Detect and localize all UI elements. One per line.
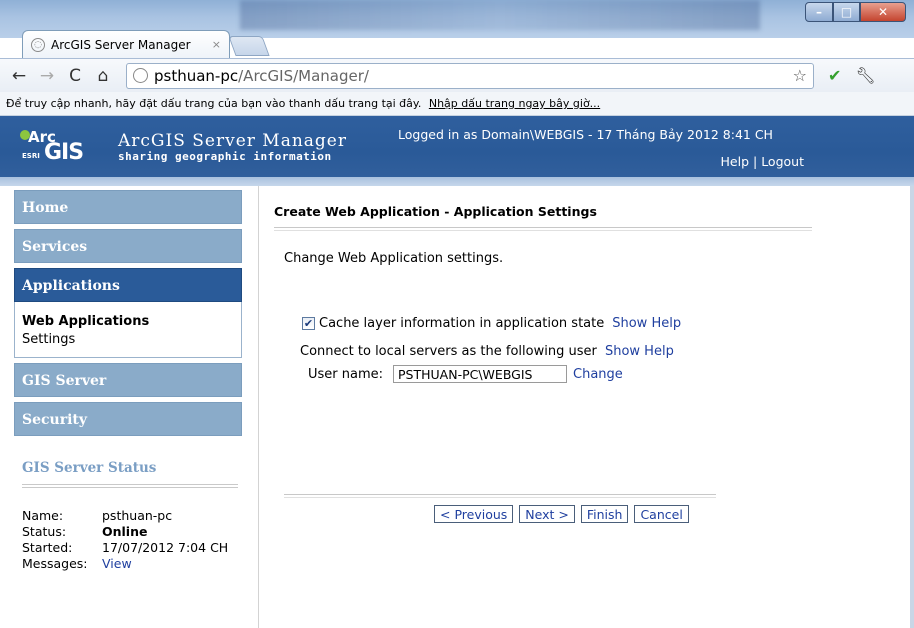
globe-icon bbox=[133, 68, 148, 83]
tab-close-icon[interactable]: × bbox=[212, 38, 221, 51]
url-path: /ArcGIS/Manager/ bbox=[238, 66, 369, 85]
connect-show-help-link[interactable]: Show Help bbox=[605, 344, 674, 359]
server-status-panel: GIS Server Status Name: psthuan-pc Statu… bbox=[14, 460, 242, 571]
username-label: User name: bbox=[308, 366, 384, 382]
app-header: Arc ESRI GIS ArcGIS Server Manager shari… bbox=[0, 116, 914, 177]
app-name: ArcGIS Server Manager bbox=[118, 131, 347, 151]
login-info: Logged in as Domain\WEBGIS - 17 Tháng Bả… bbox=[398, 127, 773, 142]
main-content: Create Web Application - Application Set… bbox=[274, 204, 814, 383]
back-arrow-icon[interactable]: ← bbox=[8, 66, 30, 86]
status-divider bbox=[22, 484, 238, 488]
previous-button[interactable]: < Previous bbox=[434, 505, 514, 523]
arcgis-logo: Arc ESRI GIS bbox=[20, 128, 96, 168]
applications-subnav: Web Applications Settings bbox=[14, 302, 242, 358]
tab-title: ArcGIS Server Manager bbox=[51, 37, 191, 52]
logout-link[interactable]: Logout bbox=[761, 154, 804, 169]
browser-tab[interactable]: ◌ ArcGIS Server Manager × bbox=[22, 30, 230, 58]
subnav-settings[interactable]: Settings bbox=[22, 332, 234, 347]
sidebar-item-home[interactable]: Home bbox=[14, 190, 242, 224]
page-favicon-icon: ◌ bbox=[31, 37, 45, 52]
window-controls: – □ ✕ bbox=[805, 2, 906, 22]
wrench-icon[interactable]: 🔧︎ bbox=[855, 66, 875, 85]
cache-option-row: ✔ Cache layer information in application… bbox=[302, 316, 814, 331]
status-grid: Name: psthuan-pc Status: Online Started:… bbox=[14, 508, 242, 571]
header-links: Help | Logout bbox=[721, 154, 805, 169]
subnav-web-applications[interactable]: Web Applications bbox=[22, 314, 234, 329]
change-user-link[interactable]: Change bbox=[573, 367, 623, 382]
wizard-buttons: < Previous Next > Finish Cancel bbox=[434, 505, 689, 523]
url-host: psthuan-pc bbox=[154, 66, 239, 85]
cache-layer-label: Cache layer information in application s… bbox=[319, 316, 605, 331]
status-messages-view-link[interactable]: View bbox=[102, 556, 132, 571]
sidebar-item-applications[interactable]: Applications bbox=[14, 268, 242, 302]
title-divider bbox=[274, 227, 812, 231]
status-title: GIS Server Status bbox=[22, 460, 157, 476]
finish-button[interactable]: Finish bbox=[580, 505, 629, 523]
forward-arrow-icon[interactable]: → bbox=[36, 66, 58, 86]
sidebar-divider bbox=[258, 186, 259, 628]
reload-icon[interactable]: C bbox=[64, 66, 86, 86]
titlebar-background bbox=[240, 0, 760, 30]
connect-user-label: Connect to local servers as the followin… bbox=[300, 344, 597, 359]
next-button[interactable]: Next > bbox=[519, 505, 575, 523]
status-name-value: psthuan-pc bbox=[102, 508, 173, 523]
address-bar[interactable]: psthuan-pc/ArcGIS/Manager/ ☆ bbox=[126, 62, 814, 89]
bookmark-hint: Để truy cập nhanh, hãy đặt dấu trang của… bbox=[6, 97, 422, 110]
logo-gis-text: GIS bbox=[44, 140, 84, 165]
new-tab-button[interactable] bbox=[228, 36, 270, 56]
window-right-border bbox=[910, 186, 914, 628]
browser-toolbar: ← → C ⌂ psthuan-pc/ArcGIS/Manager/ ☆ ✔ 🔧… bbox=[0, 58, 914, 92]
wizard-divider bbox=[284, 494, 716, 498]
logo-esri-text: ESRI bbox=[22, 152, 40, 160]
status-started-value: 17/07/2012 7:04 CH bbox=[102, 540, 229, 555]
status-status-value: Online bbox=[102, 524, 148, 539]
sidebar-item-security[interactable]: Security bbox=[14, 402, 242, 436]
cancel-button[interactable]: Cancel bbox=[634, 505, 689, 523]
bookmark-bar: Để truy cập nhanh, hãy đặt dấu trang của… bbox=[0, 92, 914, 116]
close-window-icon[interactable]: ✕ bbox=[860, 2, 906, 22]
status-messages-label: Messages: bbox=[22, 556, 88, 571]
username-row: User name: Change bbox=[308, 365, 814, 383]
page-title: Create Web Application - Application Set… bbox=[274, 204, 597, 219]
sidebar-item-services[interactable]: Services bbox=[14, 229, 242, 263]
username-input[interactable] bbox=[393, 365, 568, 383]
cache-layer-checkbox[interactable]: ✔ bbox=[302, 317, 315, 330]
bookmark-star-icon[interactable]: ☆ bbox=[793, 66, 807, 85]
app-tagline: sharing geographic information bbox=[118, 150, 332, 163]
status-name-label: Name: bbox=[22, 508, 64, 523]
header-subbar bbox=[0, 177, 914, 186]
page-description: Change Web Application settings. bbox=[284, 251, 504, 266]
home-icon[interactable]: ⌂ bbox=[92, 66, 114, 86]
sidebar: Home Services Applications Web Applicati… bbox=[14, 190, 242, 622]
maximize-icon[interactable]: □ bbox=[833, 2, 860, 22]
header-separator: | bbox=[752, 154, 758, 169]
minimize-icon[interactable]: – bbox=[805, 2, 833, 22]
connect-user-row: Connect to local servers as the followin… bbox=[300, 344, 814, 359]
import-bookmarks-link[interactable]: Nhập dấu trang ngay bây giờ... bbox=[429, 97, 600, 110]
status-started-label: Started: bbox=[22, 540, 73, 555]
sidebar-item-gis-server[interactable]: GIS Server bbox=[14, 363, 242, 397]
help-link[interactable]: Help bbox=[721, 154, 750, 169]
status-status-label: Status: bbox=[22, 524, 67, 539]
cache-show-help-link[interactable]: Show Help bbox=[612, 316, 681, 331]
extension-check-icon[interactable]: ✔ bbox=[828, 66, 841, 85]
